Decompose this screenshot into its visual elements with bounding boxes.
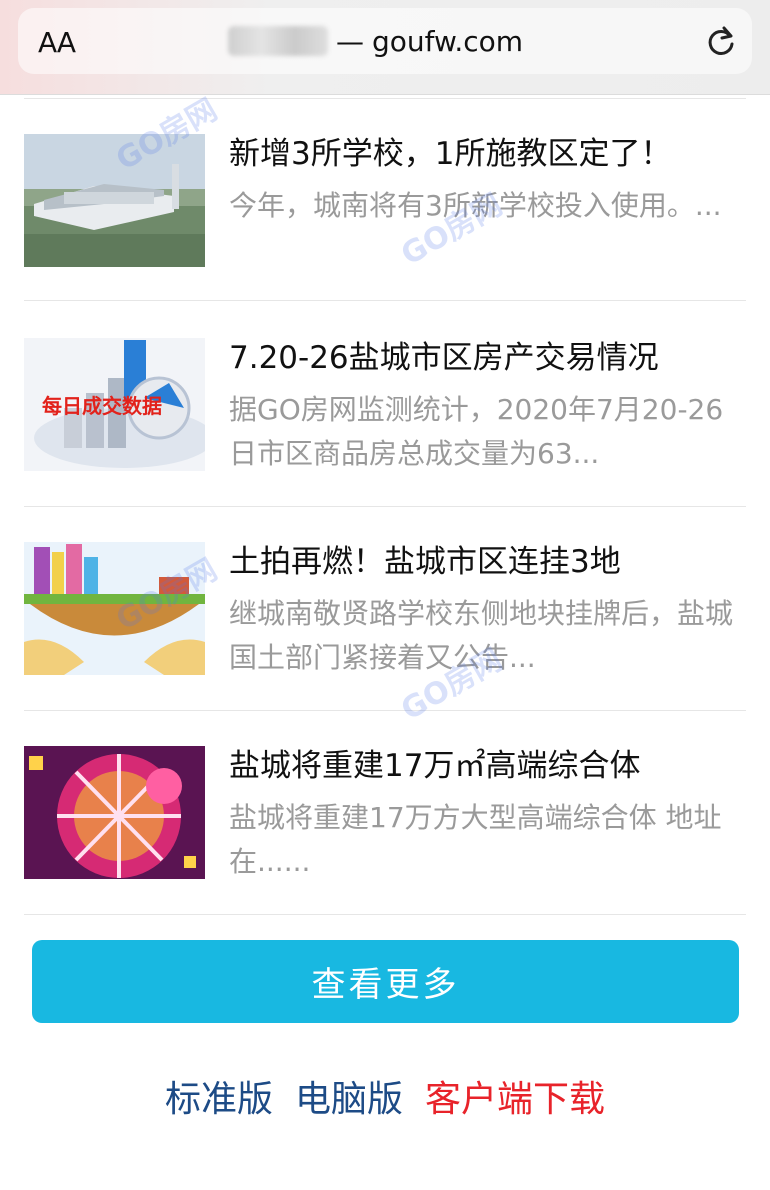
news-item[interactable]: 盐城将重建17万㎡高端综合体 盐城将重建17万方大型高端综合体 地址在.....…: [24, 746, 746, 880]
divider: [24, 914, 746, 915]
divider: [24, 98, 746, 99]
footer-links: 标准版 电脑版 客户端下载: [0, 1070, 770, 1122]
news-item[interactable]: 新增3所学校，1所施教区定了！ 今年，城南将有3所新学校投入使用。...: [24, 134, 746, 268]
app-download-link[interactable]: 客户端下载: [425, 1070, 605, 1122]
news-item[interactable]: 土拍再燃！盐城市区连挂3地 继城南敬贤路学校东侧地块挂牌后，盐城国土部门紧接着又…: [24, 542, 746, 676]
blurred-url-prefix: [228, 26, 328, 56]
address-bar[interactable]: AA — goufw.com: [18, 8, 752, 74]
reload-icon[interactable]: [704, 24, 738, 58]
news-title[interactable]: 新增3所学校，1所施教区定了！: [229, 134, 749, 174]
news-summary: 继城南敬贤路学校东侧地块挂牌后，盐城国土部门紧接着又公告...: [229, 597, 734, 674]
news-title[interactable]: 土拍再燃！盐城市区连挂3地: [229, 542, 749, 582]
news-summary: 据GO房网监测统计，2020年7月20-26日市区商品房总成交量为63...: [229, 393, 724, 470]
news-thumbnail[interactable]: [24, 746, 205, 879]
divider: [24, 506, 746, 507]
url-display[interactable]: — goufw.com: [228, 23, 558, 59]
news-summary: 今年，城南将有3所新学校投入使用。...: [229, 189, 722, 222]
desktop-version-link[interactable]: 电脑版: [295, 1070, 403, 1122]
divider: [24, 710, 746, 711]
divider: [24, 300, 746, 301]
standard-version-link[interactable]: 标准版: [165, 1070, 273, 1122]
news-item[interactable]: 每日成交数据 7.20-26盐城市区房产交易情况 据GO房网监测统计，2020年…: [24, 338, 746, 472]
news-thumbnail[interactable]: [24, 134, 205, 267]
news-thumbnail[interactable]: 每日成交数据: [24, 338, 205, 471]
browser-toolbar: AA — goufw.com: [0, 0, 770, 95]
text-size-label: AA: [38, 26, 76, 59]
thumbnail-caption: 每日成交数据: [42, 394, 162, 418]
view-more-button[interactable]: 查看更多: [32, 940, 739, 1023]
url-text: goufw.com: [372, 24, 524, 58]
news-title[interactable]: 7.20-26盐城市区房产交易情况: [229, 338, 749, 378]
url-separator: —: [336, 24, 364, 58]
news-thumbnail[interactable]: [24, 542, 205, 675]
text-size-button[interactable]: AA: [38, 26, 76, 59]
news-summary: 盐城将重建17万方大型高端综合体 地址在......: [229, 801, 722, 878]
news-title[interactable]: 盐城将重建17万㎡高端综合体: [229, 746, 749, 786]
